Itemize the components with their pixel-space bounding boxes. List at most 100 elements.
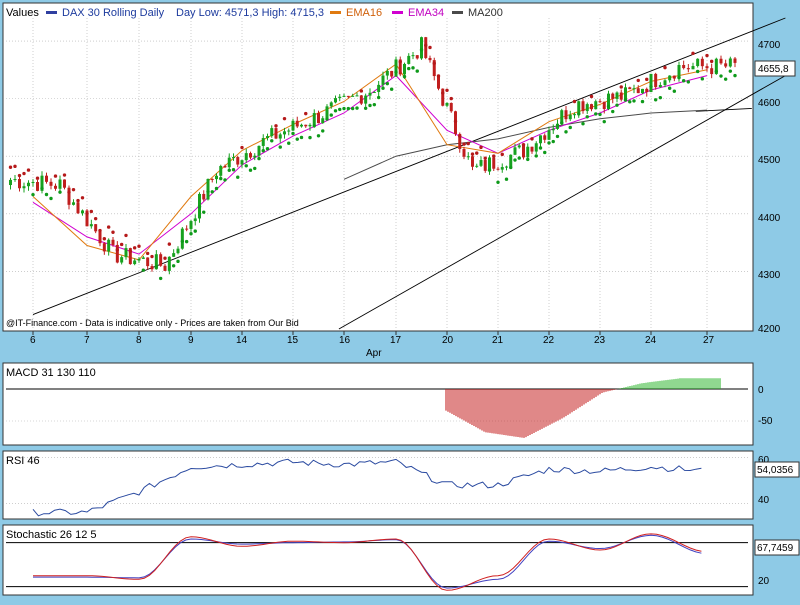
candle-body [381, 75, 385, 85]
date-tick: 20 [442, 335, 454, 346]
candle-body [636, 88, 640, 94]
candle-body [176, 248, 180, 254]
sar-dot-down [71, 187, 76, 192]
chart-svg: Values DAX 30 Rolling Daily Day Low: 457… [2, 2, 800, 596]
candle-body [411, 55, 415, 57]
sar-dot-down [98, 228, 102, 233]
candle-body [49, 181, 53, 186]
sar-dot-up [49, 196, 53, 201]
date-tick: 8 [136, 335, 142, 346]
candle-body [274, 128, 278, 139]
candle-body [505, 166, 508, 168]
sar-dot-up [623, 98, 628, 102]
sar-dot-up [547, 141, 551, 145]
candle-body [471, 156, 474, 167]
candle-body [72, 202, 75, 205]
sar-dot-down [530, 137, 534, 141]
candle-body [359, 95, 363, 104]
sar-dot-down [709, 59, 714, 64]
candle-body [295, 120, 299, 127]
candle-body [428, 57, 432, 61]
candle-body [202, 193, 206, 200]
candle-body [632, 88, 636, 90]
sar-dot-down [458, 134, 462, 139]
candle-body [111, 239, 115, 245]
rsi-title: RSI 46 [6, 455, 40, 467]
candle-body [377, 84, 381, 92]
sar-dot-down [163, 256, 167, 260]
sar-dot-down [359, 89, 364, 93]
candle-body [483, 160, 487, 171]
sar-dot-up [346, 106, 351, 111]
sar-dot-up [321, 129, 325, 133]
sar-dot-up [189, 232, 193, 236]
price-tick: 4400 [758, 213, 781, 224]
candle-body [98, 231, 102, 244]
sar-dot-up [236, 175, 240, 179]
candle-body [355, 95, 359, 97]
sar-dot-down [67, 190, 71, 194]
sar-dot-down [132, 246, 137, 250]
candle-body [733, 58, 737, 63]
sar-dot-up [555, 134, 560, 139]
candle-body [227, 157, 231, 168]
sar-dot-down [80, 196, 85, 200]
sar-dot-up [513, 158, 517, 162]
candle-body [89, 224, 93, 227]
sar-dot-up [598, 112, 602, 117]
candle-body [691, 66, 695, 70]
candle-body [189, 221, 193, 229]
candle-body [18, 179, 21, 189]
candle-body [513, 147, 517, 155]
sar-dot-up [376, 95, 381, 100]
sar-dot-up [210, 190, 214, 194]
sar-dot-up [171, 264, 176, 268]
sar-dot-down [492, 154, 496, 158]
sar-dot-up [350, 106, 355, 111]
candle-body [304, 124, 308, 127]
sar-dot-down [441, 91, 445, 95]
candle-body [390, 70, 394, 77]
sar-dot-up [219, 176, 223, 181]
sar-dot-down [13, 164, 17, 169]
sar-dot-up [291, 131, 295, 136]
sar-dot-up [504, 177, 509, 181]
candle-body [185, 228, 189, 230]
sar-dot-up [564, 130, 568, 134]
sar-dot-up [333, 109, 338, 113]
sar-dot-up [526, 157, 530, 162]
sar-dot-up [594, 112, 598, 116]
candle-body [668, 75, 672, 81]
candle-body [719, 58, 723, 64]
macd-tick: 0 [758, 385, 764, 396]
candle-body [206, 178, 210, 200]
sar-dot-down [466, 141, 470, 146]
sar-dot-down [119, 242, 124, 247]
date-tick: 23 [594, 335, 606, 346]
sar-dot-up [31, 192, 35, 197]
candle-body [602, 101, 606, 109]
sar-dot-up [640, 99, 645, 104]
sar-dot-up [385, 81, 390, 86]
candle-body [232, 157, 235, 159]
candle-body [283, 131, 286, 135]
date-tick: 17 [390, 335, 402, 346]
candle-body [76, 202, 80, 214]
ema16-legend-swatch [330, 11, 341, 14]
sar-dot-up [141, 268, 146, 272]
candle-body [22, 186, 26, 189]
sar-dot-up [723, 77, 728, 81]
candle-body [517, 145, 521, 148]
candle-body [334, 98, 337, 103]
candle-body [63, 179, 66, 188]
sar-dot-down [17, 173, 22, 178]
candle-body [573, 114, 576, 116]
candle-body [445, 102, 449, 106]
candle-body [479, 160, 483, 166]
candle-body [420, 37, 423, 59]
candle-body [522, 145, 525, 158]
candle-body [36, 182, 39, 191]
sar-dot-down [111, 230, 115, 234]
candle-body [115, 244, 119, 263]
candle-body [619, 92, 623, 100]
